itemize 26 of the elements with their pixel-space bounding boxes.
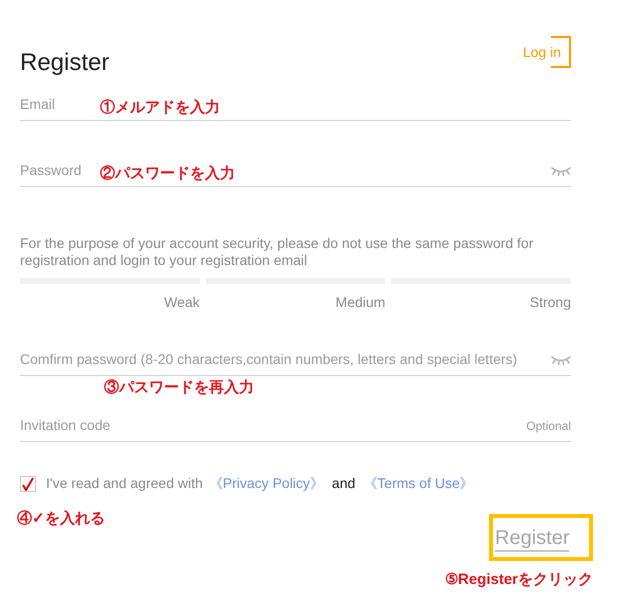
terms-of-use-link[interactable]: 《Terms of Use》 [363,473,474,494]
input-field[interactable]: Comfirm password (8-20 characters,contain numbers, letters and special letters) [20,349,551,370]
register-button[interactable]: Register [489,514,593,561]
login-link[interactable]: Log in [522,36,571,68]
agreement-text: I've read and agreed with [46,474,203,493]
privacy-policy-link[interactable]: 《Privacy Policy》 [208,473,324,494]
strength-label: Weak [164,293,200,312]
annotation-text: ③パスワードを再入力 [104,379,254,397]
optional-tag: Optional [526,416,571,434]
annotation-text: ①メルアドを入力 [100,98,220,118]
strength-label: Medium [336,293,386,312]
input-field[interactable]: Password [20,160,94,181]
strength-label: Strong [530,293,571,312]
page-title: Register [20,48,110,78]
input-field[interactable]: Invitation code [20,415,526,436]
closed-eye-icon[interactable] [551,354,571,364]
password-hint: For the purpose of your account security, please do not use the same password for registration and login to your registration email [20,235,534,269]
annotation-text: ④✓を入れる [17,509,105,529]
annotation-text: ⑤Registerをクリック [445,570,594,590]
annotation-text: ②パスワードを入力 [100,164,235,184]
highlight-frame [551,36,571,68]
checkmark-icon [22,476,34,490]
input-field[interactable]: Email [20,94,94,115]
checkbox[interactable] [20,476,36,492]
agreement-text: and [332,474,356,493]
closed-eye-icon[interactable] [551,166,571,176]
